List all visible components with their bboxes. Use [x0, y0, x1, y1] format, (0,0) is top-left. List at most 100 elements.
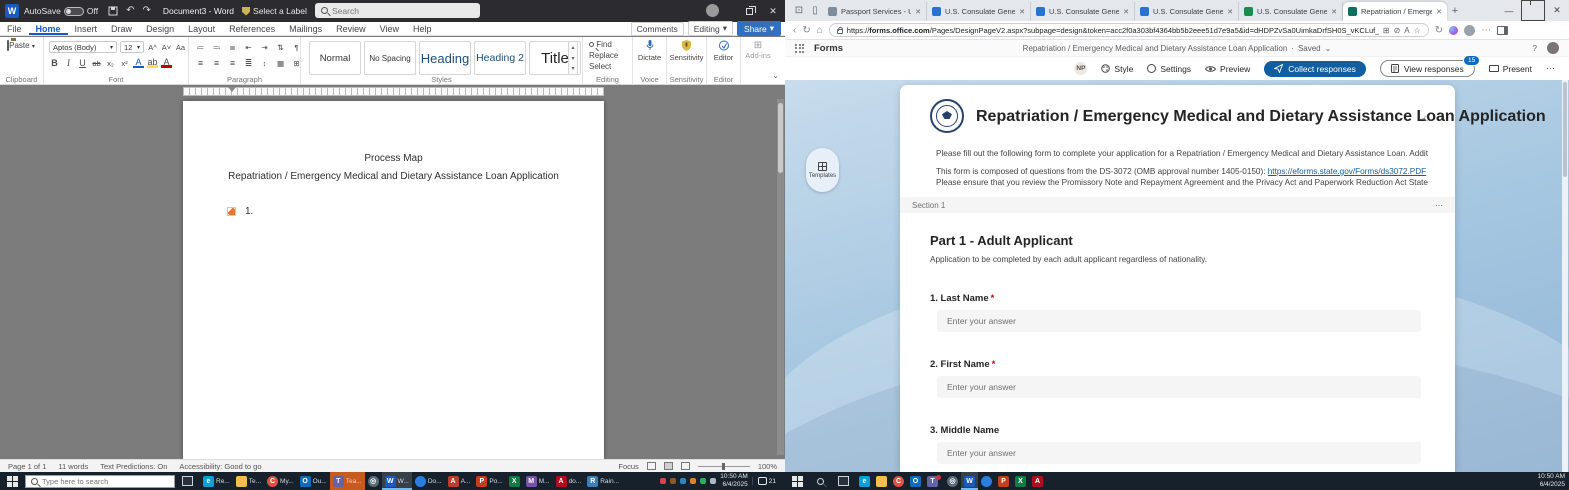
help-icon[interactable]: ? [1533, 44, 1537, 53]
taskbar-clock[interactable]: 10:50 AM6/4/2025 [1538, 473, 1565, 489]
question-label-2[interactable]: 2. First Name* [930, 359, 995, 370]
align-left-icon[interactable]: ≡ [195, 57, 206, 69]
autocorrect-options-icon[interactable] [227, 207, 236, 216]
start-button[interactable] [7, 476, 18, 487]
branching-icon[interactable]: ⑂ [1419, 116, 1430, 122]
form-description-line3[interactable]: Please ensure that you review the Promis… [936, 178, 1428, 187]
subscript-button[interactable]: x₂ [105, 57, 116, 69]
start-button[interactable] [792, 476, 803, 487]
taskbar-app-chrome[interactable]: CMy... [264, 472, 297, 490]
taskbar-app-chrome[interactable]: C [890, 472, 907, 490]
underline-button[interactable]: U [77, 57, 88, 69]
chevron-down-icon[interactable]: ⌄ [1325, 44, 1332, 53]
ruler-strip[interactable] [183, 87, 604, 96]
decrease-indent-icon[interactable]: ⇤ [243, 41, 254, 53]
justify-icon[interactable]: ≣ [243, 57, 254, 69]
autosave-switch-icon[interactable] [64, 7, 84, 16]
select-label-button[interactable]: Select a Label [253, 6, 307, 16]
back-icon[interactable]: ‹ [793, 25, 796, 36]
question-label-1[interactable]: 1. Last Name* [930, 293, 994, 304]
align-center-icon[interactable]: ≡ [211, 57, 222, 69]
scrollbar-thumb[interactable] [778, 103, 783, 173]
taskbar-app-excel[interactable]: X [506, 472, 523, 490]
browser-tab[interactable]: U.S. Consulate General Melbou ✕ [927, 2, 1031, 21]
taskbar-app-acrobat[interactable]: A [1029, 472, 1046, 490]
preview-button[interactable]: Preview [1205, 64, 1250, 74]
favorite-star-icon[interactable]: ☆ [1414, 26, 1421, 35]
style-heading2[interactable]: Heading 2 [474, 41, 526, 75]
collapse-ribbon-icon[interactable]: ⌄ [772, 71, 779, 80]
new-tab-button[interactable]: + [1447, 5, 1463, 17]
browser-tab[interactable]: U.S. Consulate General Melbou ✕ [1031, 2, 1135, 21]
redo-icon[interactable]: ↷ [142, 6, 150, 16]
taskbar-app-webex[interactable]: ◎ [365, 472, 382, 490]
settings-button[interactable]: Settings [1147, 64, 1191, 74]
notification-center[interactable]: 21 [752, 477, 781, 485]
task-view-button[interactable] [838, 476, 849, 486]
sensitivity-button[interactable]: Sensitivity [667, 40, 706, 62]
taskbar-app-loop[interactable] [978, 472, 995, 490]
view-responses-button[interactable]: View responses15 [1380, 60, 1475, 77]
tab-home[interactable]: Home [29, 22, 68, 35]
gallery-down-icon[interactable]: ▾ [571, 55, 574, 62]
word-search-box[interactable] [315, 3, 480, 18]
more-menu-icon[interactable]: ⋯ [1481, 25, 1491, 36]
gallery-up-icon[interactable]: ▴ [571, 44, 574, 51]
refresh-icon[interactable]: ↻ [802, 25, 810, 36]
forms-app-name[interactable]: Forms [814, 43, 843, 54]
highlight-color-icon[interactable]: ab [147, 59, 158, 68]
form-title[interactable]: Repatriation / Emergency Medical and Die… [976, 108, 1416, 126]
page-indicator[interactable]: Page 1 of 1 [8, 462, 46, 471]
font-name-combo[interactable]: Aptos (Body)▾ [49, 41, 117, 53]
word-search-input[interactable] [332, 6, 474, 16]
comments-button[interactable]: Comments [631, 22, 684, 36]
sync-icon[interactable]: ↻ [1435, 25, 1443, 36]
taskbar-clock[interactable]: 10:50 AM6/4/2025 [720, 473, 747, 489]
part-title[interactable]: Part 1 - Adult Applicant [930, 233, 1073, 248]
taskbar-search-box[interactable] [25, 475, 175, 488]
text-predictions[interactable]: Text Predictions: On [100, 462, 167, 471]
align-right-icon[interactable]: ≡ [227, 57, 238, 69]
indent-marker[interactable] [228, 87, 236, 92]
gallery-expand-icon[interactable]: ▾ [571, 65, 574, 72]
find-button[interactable]: Find [589, 40, 618, 49]
taskbar-app-outlook[interactable]: O [907, 472, 924, 490]
font-color-icon[interactable]: A [161, 59, 172, 68]
style-normal[interactable]: Normal [309, 41, 361, 75]
last-name-input[interactable] [937, 310, 1421, 332]
tab-close-icon[interactable]: ✕ [1436, 8, 1442, 16]
browser-tab[interactable]: U.S. Consulate General Melbou ✕ [1239, 2, 1343, 21]
taskbar-app-acrobat[interactable]: Ado... [553, 472, 585, 490]
taskbar-app-edge[interactable]: eRe... [200, 472, 233, 490]
taskbar-app-explorer[interactable]: Te... [233, 472, 264, 490]
save-icon[interactable] [108, 6, 118, 16]
browser-tab-active[interactable]: Repatriation / Emergency Medi ✕ [1343, 2, 1447, 21]
sidebar-toggle-icon[interactable] [1497, 26, 1508, 35]
mute-tab-icon[interactable]: ⊘ [1394, 26, 1401, 35]
taskbar-app-explorer[interactable] [873, 472, 890, 490]
word-scrollbar[interactable] [777, 99, 784, 455]
scrollbar-thumb[interactable] [1563, 82, 1567, 177]
tab-close-icon[interactable]: ✕ [1331, 8, 1337, 16]
tab-close-icon[interactable]: ✕ [1123, 8, 1129, 16]
text-effects-icon[interactable]: A [133, 58, 144, 68]
tray-icon[interactable] [710, 478, 716, 484]
multilevel-list-icon[interactable]: ≣ [227, 41, 238, 53]
collaborator-avatar[interactable]: NP [1074, 62, 1087, 75]
tab-design[interactable]: Design [139, 22, 181, 35]
address-bar[interactable]: https://forms.office.com/Pages/DesignPag… [829, 23, 1429, 37]
taskbar-app-powerpoint[interactable]: P [995, 472, 1012, 490]
accessibility-status[interactable]: Accessibility: Good to go [179, 462, 261, 471]
superscript-button[interactable]: x² [119, 57, 130, 69]
read-aloud-icon[interactable]: A [1404, 26, 1409, 35]
ds3072-link[interactable]: https://eforms.state.gov/Forms/ds3072.PD… [1268, 167, 1426, 176]
shrink-font-icon[interactable]: A˅ [161, 41, 172, 53]
taskbar-app-teams[interactable]: T [924, 472, 944, 490]
user-avatar[interactable] [706, 4, 719, 17]
font-size-combo[interactable]: 12▾ [120, 41, 144, 53]
editor-button[interactable]: Editor [707, 40, 740, 62]
taskbar-app-edge[interactable]: e [856, 472, 873, 490]
dictate-button[interactable]: Dictate [633, 40, 666, 62]
tab-file[interactable]: File [0, 22, 29, 35]
editing-mode-button[interactable]: Editing▾ [688, 21, 733, 36]
